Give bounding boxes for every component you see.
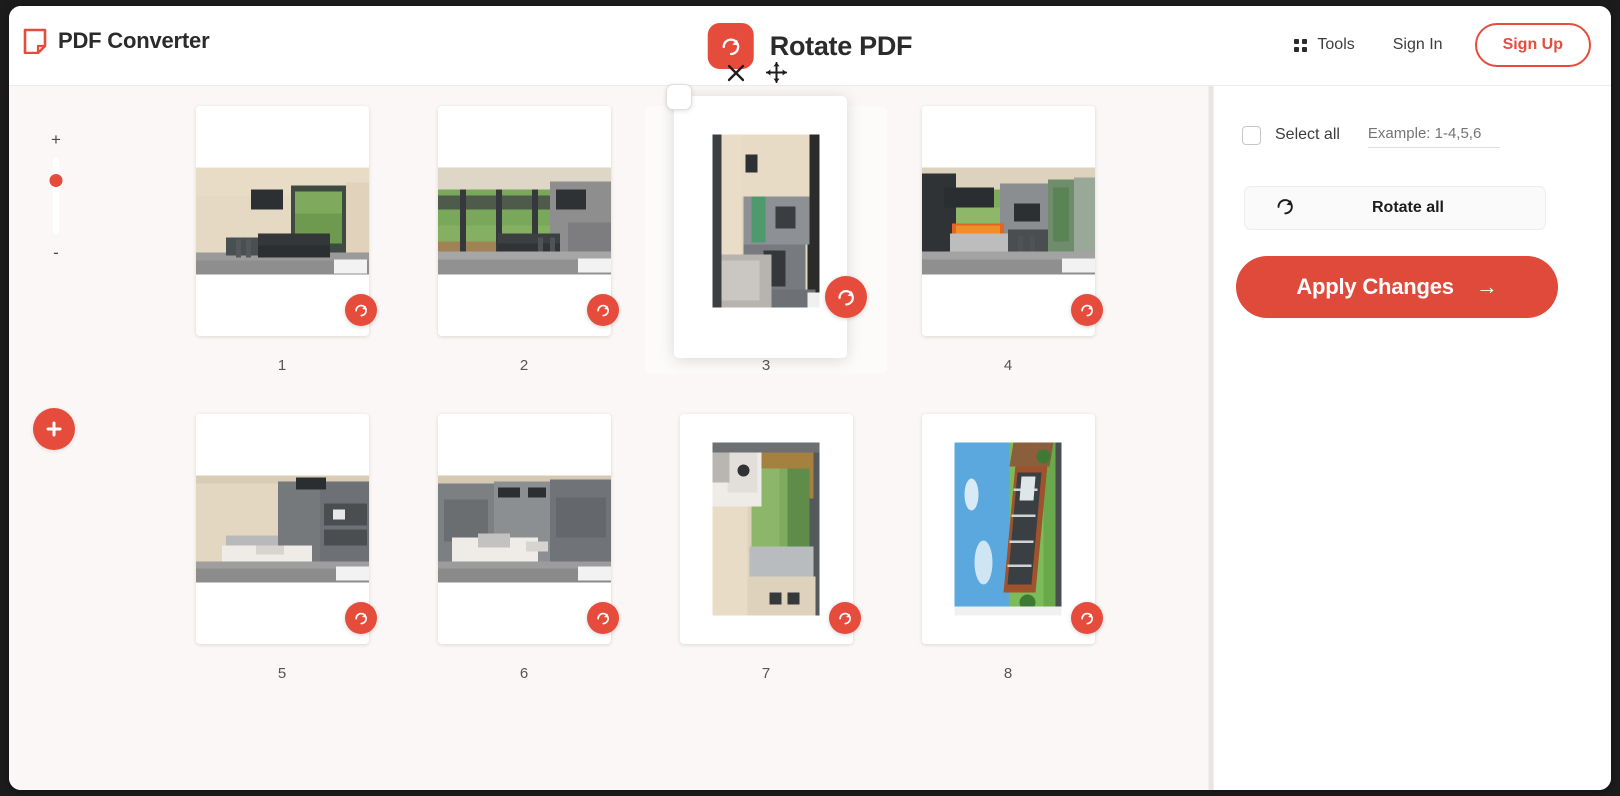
selection-row: Select all xyxy=(1242,122,1500,148)
rotate-page-button[interactable] xyxy=(344,294,377,326)
arrow-right-icon: → xyxy=(1475,274,1498,299)
app-header: PDF Converter Rotate PDF Tools Sign In S… xyxy=(9,6,1611,86)
page-thumbnail-5[interactable]: 5 xyxy=(161,414,403,682)
zoom-thumb[interactable] xyxy=(49,174,63,187)
page-range-input[interactable] xyxy=(1367,122,1500,148)
page-number-label: 6 xyxy=(519,665,529,682)
close-x-icon[interactable] xyxy=(726,63,746,88)
page-preview-image xyxy=(954,442,1062,616)
rotate-page-button[interactable] xyxy=(828,602,861,634)
zoom-slider[interactable]: + - xyxy=(39,131,73,261)
rotate-all-button[interactable]: Rotate all xyxy=(1244,186,1546,230)
brand[interactable]: PDF Converter xyxy=(23,28,210,54)
zoom-out-button[interactable]: - xyxy=(53,244,59,261)
page-preview-image xyxy=(195,475,369,583)
page-grid: 1 2 3 4 5 6 7 8 xyxy=(161,61,1161,682)
plus-icon xyxy=(45,420,63,438)
app-window: PDF Converter Rotate PDF Tools Sign In S… xyxy=(9,6,1611,790)
page-card[interactable] xyxy=(679,414,861,644)
page-card[interactable] xyxy=(921,414,1103,644)
apply-changes-label: Apply Changes xyxy=(1296,274,1454,299)
page-card[interactable] xyxy=(195,414,377,644)
tool-name: Rotate PDF xyxy=(769,30,913,61)
page-card[interactable] xyxy=(665,61,867,336)
move-arrows-icon[interactable] xyxy=(765,61,787,88)
rotate-clockwise-icon xyxy=(1273,194,1297,223)
page-card[interactable] xyxy=(921,106,1103,336)
header-nav: Tools Sign In Sign Up xyxy=(1278,23,1591,67)
zoom-in-button[interactable]: + xyxy=(51,131,61,148)
page-number-label: 1 xyxy=(277,357,287,374)
rotate-page-button[interactable] xyxy=(1070,602,1103,634)
page-number-label: 5 xyxy=(277,665,287,682)
rotate-page-button[interactable] xyxy=(344,602,377,634)
add-page-button[interactable] xyxy=(33,408,75,450)
select-all-checkbox[interactable] xyxy=(1242,125,1261,145)
select-all-label: Select all xyxy=(1275,126,1340,143)
page-preview-image xyxy=(437,167,611,275)
page-card[interactable] xyxy=(437,106,619,336)
page-preview-image xyxy=(921,167,1095,275)
rotate-page-button[interactable] xyxy=(586,294,619,326)
page-number-label: 3 xyxy=(761,357,771,374)
nav-signin[interactable]: Sign In xyxy=(1371,36,1465,54)
page-thumbnail-4[interactable]: 4 xyxy=(887,106,1129,374)
apply-changes-button[interactable]: Apply Changes → xyxy=(1236,256,1558,318)
zoom-track[interactable] xyxy=(49,158,63,234)
side-panel: Select all Rotate all Apply Changes → xyxy=(1214,86,1611,790)
page-number-label: 2 xyxy=(519,357,529,374)
page-thumbnail-8[interactable]: 8 xyxy=(887,414,1129,682)
rotate-page-button[interactable] xyxy=(1070,294,1103,326)
page-preview-image xyxy=(712,442,820,616)
signup-button[interactable]: Sign Up xyxy=(1474,23,1591,67)
brand-name: PDF Converter xyxy=(58,28,210,53)
rotate-all-label: Rotate all xyxy=(1371,199,1444,216)
page-thumbnail-7[interactable]: 7 xyxy=(645,414,887,682)
page-number-label: 7 xyxy=(761,665,771,682)
rotate-page-button[interactable] xyxy=(586,602,619,634)
page-card[interactable] xyxy=(437,414,619,644)
page-thumbnail-6[interactable]: 6 xyxy=(403,414,645,682)
page-number-label: 8 xyxy=(1003,665,1013,682)
rotate-page-button[interactable] xyxy=(824,276,867,318)
nav-tools[interactable]: Tools xyxy=(1278,36,1370,54)
workspace: + - 1 2 3 4 5 6 7 8 xyxy=(9,61,1249,790)
page-preview-image xyxy=(195,167,369,275)
page-thumbnail-2[interactable]: 2 xyxy=(403,106,645,374)
page-select-checkbox[interactable] xyxy=(665,84,692,110)
page-card[interactable] xyxy=(195,106,377,336)
page-preview-image xyxy=(712,134,820,308)
pdf-page-icon xyxy=(23,28,47,54)
page-preview-image xyxy=(437,475,611,583)
page-thumbnail-3[interactable]: 3 xyxy=(645,61,887,374)
page-thumbnail-1[interactable]: 1 xyxy=(161,106,403,374)
page-tools xyxy=(726,61,787,88)
page-number-label: 4 xyxy=(1003,357,1013,374)
grid-dots-icon xyxy=(1294,38,1308,52)
nav-tools-label: Tools xyxy=(1317,36,1355,53)
